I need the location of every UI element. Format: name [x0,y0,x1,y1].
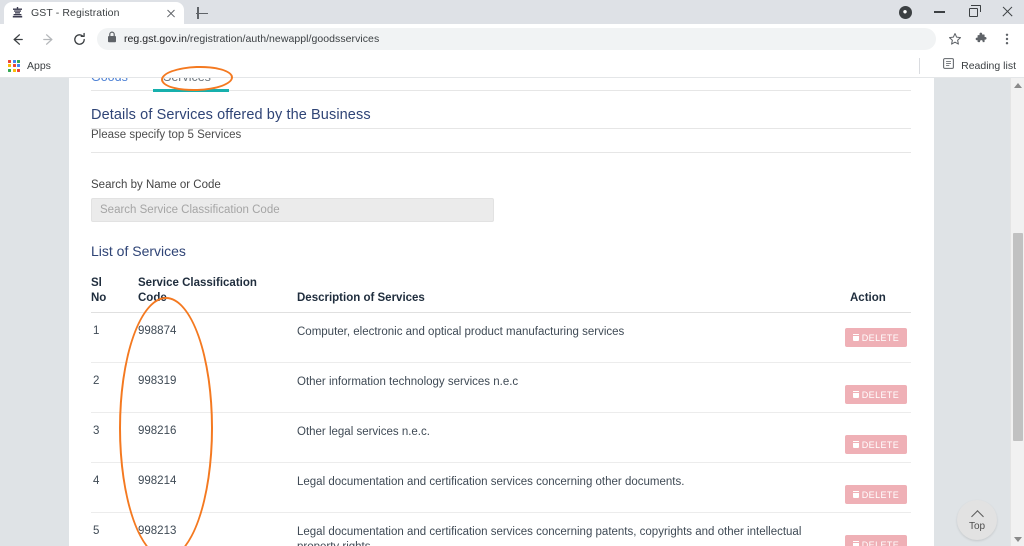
toolbar-right-icons [942,26,1024,52]
cell-description: Computer, electronic and optical product… [297,326,625,338]
cell-sl-no: 4 [93,475,100,487]
close-icon[interactable] [990,0,1024,24]
three-dot-menu-icon[interactable] [994,26,1020,52]
reading-list-label: Reading list [961,59,1016,72]
cell-service-code: 998213 [138,525,177,537]
delete-button-label: DELETE [861,539,900,546]
page-subnote: Please specify top 5 Services [91,129,242,141]
scrollbar-up-arrow[interactable] [1011,78,1024,92]
cell-description: Legal documentation and certification se… [297,526,802,546]
back-arrow-icon[interactable] [3,25,31,53]
profile-icon[interactable]: ● [888,0,922,24]
gst-emblem-icon [10,6,24,20]
table-row: 1 998874 Computer, electronic and optica… [91,313,911,363]
delete-button-label: DELETE [861,439,900,450]
new-tab-button[interactable] [192,3,212,23]
apps-grid-icon [8,59,20,72]
address-bar-host: reg.gst.gov.in [124,33,187,45]
delete-button-label: DELETE [861,389,900,400]
address-bar[interactable]: reg.gst.gov.in/registration/auth/newappl… [97,28,936,50]
cell-description: Other information technology services n.… [297,376,519,388]
code-line2: Code [138,292,167,304]
trash-icon [852,441,859,448]
goods-services-tabs: Goods Services [91,78,911,96]
trash-icon [852,334,859,341]
cell-service-code: 998214 [138,475,177,487]
reload-icon[interactable] [65,25,93,53]
scroll-to-top-button[interactable]: Top [957,500,997,540]
cell-sl-no: 1 [93,325,100,337]
reading-list-button[interactable]: Reading list [942,57,1016,75]
cell-description: Legal documentation and certification se… [297,476,685,488]
window-controls: ● [888,0,1024,24]
trash-icon [852,491,859,498]
forward-arrow-icon[interactable] [34,25,62,53]
table-row: 4 998214 Legal documentation and certifi… [91,463,911,513]
column-header-action: Action [850,292,886,304]
page-viewport: Goods Services Details of Services offer… [0,78,1010,546]
maximize-icon[interactable] [956,0,990,24]
browser-tab-gst-registration[interactable]: GST - Registration [4,2,184,24]
active-tab-indicator [153,89,229,92]
cell-sl-no: 5 [93,525,100,537]
table-header-row: Sl No Service Classification Code Descri… [91,273,911,313]
minimize-icon[interactable] [922,0,956,24]
column-header-sl-no: Sl No [91,276,127,306]
delete-button-label: DELETE [861,332,900,343]
browser-window: GST - Registration ● reg.gst.gov.in/regi… [0,0,1024,546]
sl-line2: No [91,292,107,304]
list-of-services-title: List of Services [91,243,186,259]
page-scrollbar[interactable] [1010,78,1024,546]
cell-service-code: 998216 [138,425,177,437]
column-header-service-classification-code: Service Classification Code [138,276,278,306]
trash-icon [852,391,859,398]
delete-button[interactable]: DELETE [845,535,907,546]
puzzle-piece-icon[interactable] [968,26,994,52]
delete-button[interactable]: DELETE [845,485,907,504]
address-bar-path: /registration/auth/newappl/goodsservices [186,33,380,45]
cell-sl-no: 2 [93,375,100,387]
divider-2 [91,152,911,153]
content-card: Goods Services Details of Services offer… [69,78,934,546]
cell-sl-no: 3 [93,425,100,437]
apps-shortcut[interactable]: Apps [8,59,51,72]
table-row: 5 998213 Legal documentation and certifi… [91,513,911,546]
column-header-description: Description of Services [297,292,425,304]
cell-service-code: 998874 [138,325,177,337]
delete-button-label: DELETE [861,489,900,500]
code-line1: Service Classification [138,277,257,289]
table-row: 3 998216 Other legal services n.e.c. DEL… [91,413,911,463]
lock-icon [107,30,117,48]
tab-services[interactable]: Services [163,78,211,84]
scrollbar-thumb[interactable] [1013,233,1023,441]
reading-list-icon [942,57,955,75]
close-icon[interactable] [164,6,178,20]
sl-line1: Sl [91,277,102,289]
delete-button[interactable]: DELETE [845,435,907,454]
bookmarks-bar: Apps Reading list [0,54,1024,78]
tab-goods[interactable]: Goods [91,78,128,84]
delete-button[interactable]: DELETE [845,328,907,347]
browser-tab-title: GST - Registration [31,7,120,19]
star-icon[interactable] [942,26,968,52]
services-table: Sl No Service Classification Code Descri… [91,273,911,546]
cell-description: Other legal services n.e.c. [297,426,430,438]
apps-label: Apps [27,59,51,72]
search-label: Search by Name or Code [91,179,221,191]
search-input[interactable] [91,198,494,222]
table-row: 2 998319 Other information technology se… [91,363,911,413]
delete-button[interactable]: DELETE [845,385,907,404]
scrollbar-down-arrow[interactable] [1011,532,1024,546]
browser-toolbar: reg.gst.gov.in/registration/auth/newappl… [0,24,1024,54]
trash-icon [852,541,859,546]
cell-service-code: 998319 [138,375,177,387]
page-title: Details of Services offered by the Busin… [91,107,371,123]
address-bar-url: reg.gst.gov.in/registration/auth/newappl… [124,33,379,45]
browser-tabstrip: GST - Registration ● [0,0,1024,24]
bookmarkbar-separator [919,58,920,74]
